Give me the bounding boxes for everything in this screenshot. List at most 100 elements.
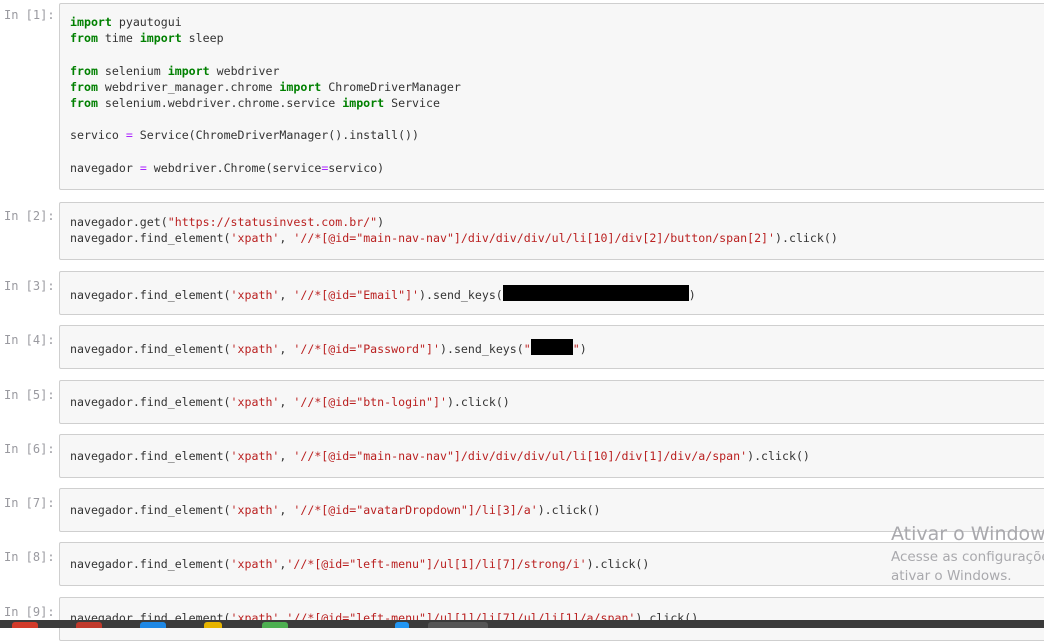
- activation-watermark-line2: ativar o Windows.: [891, 568, 1012, 584]
- code-operator: =: [139, 160, 147, 175]
- code-string: 'xpath': [230, 503, 280, 517]
- code-text: ).click(): [537, 503, 601, 517]
- code-text: navegador: [70, 160, 140, 175]
- code-text: navegador.find_element(: [70, 395, 231, 409]
- code-text: ).send_keys(: [439, 342, 524, 356]
- cell-code[interactable]: navegador.find_element('xpath', '//*[@id…: [70, 502, 601, 518]
- code-text: webdriver: [209, 63, 280, 78]
- code-line: navegador.find_element('xpath', '//*[@id…: [70, 285, 696, 302]
- code-keyword: import: [279, 79, 322, 94]
- code-string: '//*[@id="left-menu"]/ul[1]/li[7]/strong…: [286, 557, 587, 571]
- code-text: navegador.find_element(: [70, 231, 231, 246]
- code-keyword: import: [70, 15, 112, 29]
- code-string: '//*[@id="btn-login"]': [293, 395, 447, 409]
- code-line: navegador.find_element('xpath', '//*[@id…: [70, 394, 510, 410]
- code-text: navegador.find_element(: [70, 449, 231, 463]
- code-string: 'xpath': [230, 342, 280, 356]
- cell-prompt: In [6]:: [4, 442, 55, 456]
- taskbar-app-icon[interactable]: [262, 622, 288, 628]
- code-string: ": [523, 342, 531, 356]
- taskbar-app-icon[interactable]: [428, 622, 488, 628]
- code-text: navegador.find_element(: [70, 557, 231, 571]
- code-text: ): [579, 342, 587, 356]
- code-string: ": [572, 342, 580, 356]
- code-text: ,: [279, 395, 294, 409]
- cell-code[interactable]: navegador.find_element('xpath', '//*[@id…: [70, 394, 510, 410]
- code-line: from webdriver_manager.chrome import Chr…: [70, 79, 461, 95]
- code-text: selenium: [97, 63, 168, 78]
- code-text: navegador.get(: [70, 215, 168, 229]
- code-text: ,: [279, 449, 294, 463]
- code-keyword: import: [342, 95, 385, 110]
- cell-prompt: In [7]:: [4, 496, 55, 510]
- taskbar-app-icon[interactable]: [204, 622, 222, 628]
- code-keyword: from: [70, 31, 98, 46]
- cell-prompt: In [3]:: [4, 279, 55, 293]
- code-string: 'xpath': [230, 449, 280, 463]
- code-text: ).click(): [775, 231, 838, 246]
- code-text: navegador.find_element(: [70, 342, 231, 356]
- code-string: '//*[@id="main-nav-nav"]/div/div/div/ul/…: [293, 231, 776, 246]
- code-text: webdriver_manager.chrome: [97, 79, 280, 94]
- code-line: import pyautogui: [70, 14, 461, 30]
- code-text: pyautogui: [111, 15, 182, 29]
- code-keyword: from: [70, 63, 98, 78]
- cell-code[interactable]: navegador.find_element('xpath', '//*[@id…: [70, 285, 696, 302]
- code-text: ).click(): [747, 449, 810, 463]
- code-text: ,: [279, 231, 294, 246]
- code-operator: =: [125, 128, 133, 143]
- code-text: time: [97, 31, 140, 46]
- taskbar-app-icon[interactable]: [76, 622, 102, 628]
- code-string: 'xpath': [230, 395, 280, 409]
- code-line: from selenium.webdriver.chrome.service i…: [70, 95, 461, 111]
- redacted-value: [502, 285, 689, 301]
- code-line: navegador.get("https://statusinvest.com.…: [70, 214, 838, 230]
- cell-code[interactable]: navegador.find_element('xpath','//*[@id=…: [70, 556, 649, 572]
- code-line: from time import sleep: [70, 30, 461, 46]
- code-line: servico = Service(ChromeDriverManager().…: [70, 127, 461, 143]
- code-string: 'xpath': [230, 231, 280, 246]
- code-text: selenium.webdriver.chrome.service: [97, 95, 343, 110]
- code-text: navegador.find_element(: [70, 288, 231, 302]
- code-text: Service(ChromeDriverManager().install()): [132, 128, 420, 143]
- activation-watermark-line1: Acesse as configuraçõe: [891, 549, 1044, 565]
- activation-watermark-title: Ativar o Windows: [891, 523, 1044, 545]
- code-keyword: import: [139, 31, 182, 46]
- redacted-value: [530, 339, 573, 355]
- code-text: ,: [279, 503, 294, 517]
- cell-prompt: In [5]:: [4, 388, 55, 402]
- code-text: ).send_keys(: [419, 288, 503, 302]
- taskbar-app-icon[interactable]: [140, 622, 166, 628]
- code-string: "https://statusinvest.com.br/": [167, 215, 378, 229]
- code-string: '//*[@id="Password"]': [293, 342, 440, 356]
- cell-prompt: In [1]:: [4, 8, 55, 22]
- code-string: '//*[@id="Email"]': [293, 288, 420, 302]
- cell-code[interactable]: navegador.get("https://statusinvest.com.…: [70, 214, 838, 246]
- code-line: navegador.find_element('xpath', '//*[@id…: [70, 339, 587, 356]
- taskbar-app-icon[interactable]: [12, 622, 38, 628]
- cell-prompt: In [4]:: [4, 333, 55, 347]
- code-text: ): [377, 215, 385, 229]
- code-text: ChromeDriverManager: [321, 79, 461, 94]
- code-line: navegador.find_element('xpath', '//*[@id…: [70, 230, 838, 246]
- code-line: navegador = webdriver.Chrome(service=ser…: [70, 160, 461, 176]
- code-text: ).click(): [446, 395, 510, 409]
- code-keyword: from: [70, 79, 98, 94]
- cell-code[interactable]: navegador.find_element('xpath', '//*[@id…: [70, 448, 810, 464]
- cell-prompt: In [9]:: [4, 605, 55, 619]
- code-string: 'xpath': [230, 288, 280, 302]
- cell-code[interactable]: navegador.find_element('xpath', '//*[@id…: [70, 339, 587, 356]
- code-text: ,: [279, 288, 294, 302]
- cell-prompt: In [8]:: [4, 550, 55, 564]
- code-text: sleep: [181, 31, 224, 46]
- taskbar-app-icon[interactable]: [395, 622, 409, 628]
- code-line: navegador.find_element('xpath', '//*[@id…: [70, 502, 601, 518]
- code-text: servico: [70, 128, 126, 143]
- code-text: ): [688, 288, 696, 302]
- cell-prompt: In [2]:: [4, 209, 55, 223]
- cell-code[interactable]: import pyautogui from time import sleep fr…: [70, 14, 461, 176]
- code-keyword: import: [167, 63, 210, 78]
